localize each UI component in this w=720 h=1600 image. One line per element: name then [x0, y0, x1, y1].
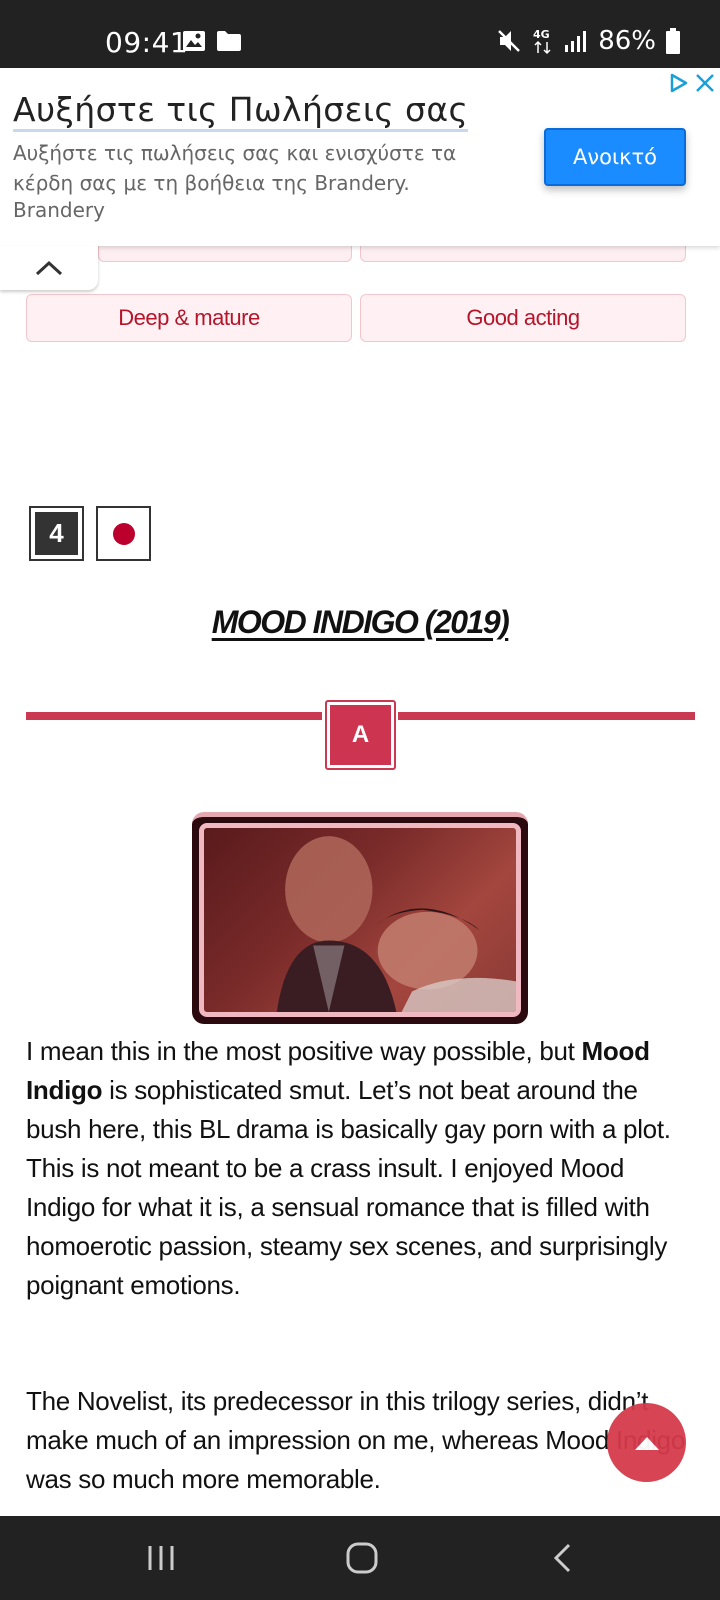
- rank-badge: 4: [29, 506, 84, 561]
- grade-letter: A: [330, 705, 391, 765]
- article-paragraph-1: I mean this in the most positive way pos…: [26, 1036, 671, 1300]
- home-button[interactable]: [337, 1536, 387, 1580]
- tag-good-acting[interactable]: Good acting: [360, 294, 686, 342]
- gallery-icon: [183, 31, 205, 51]
- scene-illustration: [276, 836, 516, 1012]
- recent-apps-button[interactable]: [136, 1536, 186, 1580]
- system-nav-bar: [0, 1516, 720, 1600]
- recent-apps-icon: [148, 1546, 174, 1570]
- signal-icon: [565, 31, 587, 52]
- battery-percent: 86%: [598, 26, 656, 56]
- ad-close-icon[interactable]: [694, 70, 716, 94]
- ad-source: Brandery: [13, 198, 105, 222]
- status-time: 09:41: [105, 26, 189, 59]
- grade-badge: A: [325, 700, 396, 770]
- rank-number: 4: [35, 512, 78, 555]
- status-bar: 09:41 4G 86%: [0, 0, 720, 68]
- mute-icon: [498, 30, 521, 52]
- article-paragraph-2: The Novelist, its predecessor in this tr…: [26, 1386, 685, 1494]
- scroll-to-top-button[interactable]: [607, 1403, 686, 1482]
- page-content: Αυξήστε τις Πωλήσεις σας Αυξήστε τις πωλ…: [0, 68, 720, 1516]
- ad-choices-icon[interactable]: [668, 72, 690, 94]
- network-4g-icon: 4G: [533, 28, 551, 55]
- arrow-up-icon: [634, 1436, 659, 1450]
- drama-title-link[interactable]: MOOD INDIGO (2019): [0, 604, 720, 641]
- battery-icon: [666, 28, 680, 54]
- ad-collapse-button[interactable]: [0, 246, 98, 290]
- japan-flag-icon: [96, 506, 151, 561]
- ad-description: Αυξήστε τις πωλήσεις σας και ενισχύστε τ…: [13, 141, 457, 195]
- home-icon: [346, 1542, 378, 1574]
- drama-still-image: [192, 812, 528, 1024]
- tag-deep-mature[interactable]: Deep & mature: [26, 294, 352, 342]
- ad-title[interactable]: Αυξήστε τις Πωλήσεις σας: [13, 90, 469, 132]
- back-button[interactable]: [538, 1536, 588, 1580]
- ad-banner[interactable]: Αυξήστε τις Πωλήσεις σας Αυξήστε τις πωλ…: [0, 68, 720, 246]
- ad-open-button[interactable]: Ανοικτό: [544, 128, 686, 186]
- divider-left: [26, 712, 322, 720]
- chevron-up-icon: [35, 260, 63, 276]
- back-icon: [553, 1543, 571, 1573]
- svg-text:4G: 4G: [533, 28, 550, 41]
- folder-icon: [217, 31, 241, 51]
- divider-right: [398, 712, 695, 720]
